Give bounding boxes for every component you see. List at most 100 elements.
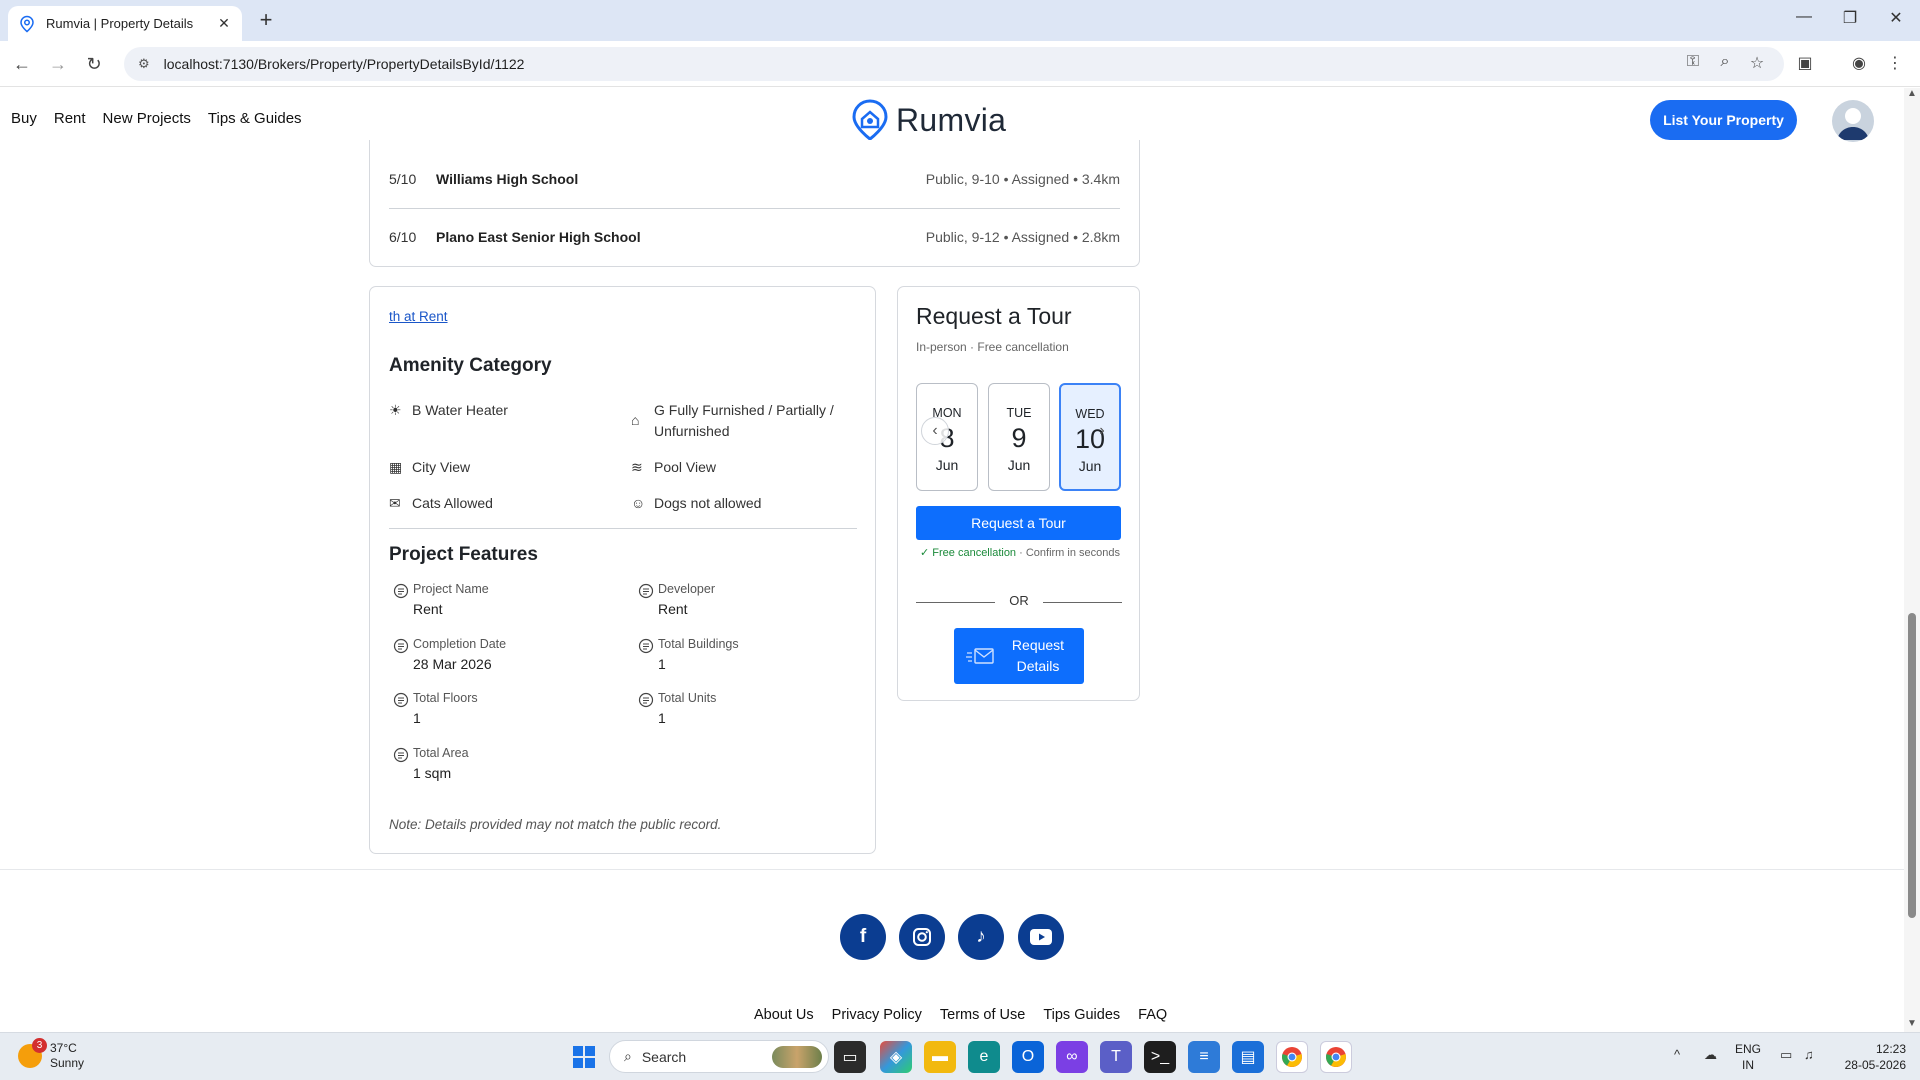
prev-date-chevron-icon[interactable]: ‹ — [921, 417, 949, 445]
dog-icon: ☺ — [631, 495, 646, 511]
footer-faq[interactable]: FAQ — [1138, 1007, 1167, 1023]
cat-icon: ✉ — [389, 495, 401, 511]
page-scrollbar[interactable]: ▲ ▼ — [1904, 88, 1920, 1032]
url-text: localhost:7130/Brokers/Property/Property… — [163, 56, 525, 72]
menu-dots-icon[interactable]: ⋮ — [1884, 53, 1906, 73]
forward-icon[interactable]: → — [46, 53, 70, 75]
browser-titlebar: Rumvia | Property Details ✕ + — ❐ ✕ — [0, 0, 1920, 41]
request-details-button[interactable]: Request Details — [954, 628, 1084, 684]
footer-links: About Us Privacy Policy Terms of Use Tip… — [754, 1007, 1167, 1023]
new-tab-icon[interactable]: + — [254, 9, 278, 31]
edge-icon[interactable]: e — [968, 1041, 1000, 1073]
scroll-down-icon[interactable]: ▼ — [1907, 1018, 1917, 1029]
footer-privacy-policy[interactable]: Privacy Policy — [832, 1007, 922, 1023]
instagram-icon[interactable] — [899, 914, 945, 960]
close-window-icon[interactable]: ✕ — [1876, 8, 1916, 28]
next-date-chevron-icon[interactable]: › — [1088, 417, 1116, 445]
language-indicator[interactable]: ENG IN — [1735, 1041, 1761, 1073]
back-icon[interactable]: ← — [10, 53, 34, 75]
profile-icon[interactable]: ◉ — [1848, 53, 1870, 73]
scroll-up-icon[interactable]: ▲ — [1907, 88, 1917, 99]
request-tour-button[interactable]: Request a Tour — [916, 506, 1121, 540]
site-info-icon[interactable]: ⚙ — [138, 56, 150, 72]
teams-icon[interactable]: T — [1100, 1041, 1132, 1073]
windows-start-icon[interactable] — [568, 1041, 600, 1073]
footer-tips-guides[interactable]: Tips Guides — [1043, 1007, 1120, 1023]
property-details-card: th at Rent Amenity Category ☀ B Water He… — [369, 286, 876, 854]
weather-sun-icon: 3 — [18, 1038, 47, 1068]
user-avatar-icon — [1837, 108, 1869, 140]
zoom-icon[interactable]: ⌕ — [1714, 53, 1736, 71]
document-icon — [393, 692, 409, 708]
list-your-property-button[interactable]: List Your Property — [1650, 100, 1797, 140]
footer-about-us[interactable]: About Us — [754, 1007, 814, 1023]
tiktok-icon[interactable]: ♪ — [958, 914, 1004, 960]
divider — [389, 208, 1120, 209]
user-avatar[interactable] — [1832, 100, 1874, 142]
nav-rent[interactable]: Rent — [54, 110, 86, 127]
request-tour-card: Request a Tour In-person · Free cancella… — [897, 286, 1140, 701]
sun-icon: ☀ — [389, 402, 402, 418]
restore-icon[interactable]: ❐ — [1830, 8, 1870, 28]
scrollbar-thumb[interactable] — [1908, 613, 1916, 918]
nav-new-projects[interactable]: New Projects — [103, 110, 191, 127]
main-nav: Buy Rent New Projects Tips & Guides — [11, 110, 302, 127]
tray-chevron-icon[interactable]: ^ — [1674, 1047, 1680, 1062]
school-name: Plano East Senior High School — [436, 229, 641, 245]
m365-icon[interactable]: ◈ — [880, 1041, 912, 1073]
feature-item: Project Name Rent — [389, 581, 489, 619]
minimize-icon[interactable]: — — [1784, 8, 1824, 26]
side-panel-icon[interactable]: ▣ — [1794, 53, 1816, 73]
reload-icon[interactable]: ↻ — [82, 53, 106, 75]
network-icon[interactable]: ▭ — [1780, 1047, 1792, 1063]
footer-divider — [0, 869, 1904, 870]
visual-studio-icon[interactable]: ∞ — [1056, 1041, 1088, 1073]
close-tab-icon[interactable]: ✕ — [216, 15, 232, 32]
weather-widget[interactable]: 3 37°C Sunny — [18, 1038, 84, 1071]
amenity-item: ⌂ G Fully Furnished / Partially / Unfurn… — [631, 402, 834, 439]
search-highlight-image — [772, 1045, 822, 1068]
pool-icon: ≋ — [631, 459, 643, 475]
school-name: Williams High School — [436, 171, 579, 187]
site-logo[interactable]: Rumvia — [848, 98, 1006, 142]
disclaimer-note: Note: Details provided may not match the… — [389, 817, 722, 832]
file-explorer-icon[interactable]: ▬ — [924, 1041, 956, 1073]
document-icon — [638, 638, 654, 654]
chrome-active-icon[interactable] — [1276, 1041, 1308, 1073]
browser-tab[interactable]: Rumvia | Property Details ✕ — [8, 6, 242, 41]
rent-link[interactable]: th at Rent — [389, 309, 448, 324]
school-meta: Public, 9-12 • Assigned • 2.8km — [925, 229, 1120, 245]
address-bar[interactable]: ⚙ localhost:7130/Brokers/Property/Proper… — [124, 47, 1784, 81]
notification-badge: 3 — [32, 1038, 47, 1053]
document-icon — [393, 747, 409, 763]
amenity-item: ☺ Dogs not allowed — [631, 493, 861, 514]
volume-icon[interactable]: ♫ — [1804, 1047, 1814, 1062]
date-option-tue[interactable]: TUE 9 Jun — [988, 383, 1050, 491]
password-key-icon[interactable]: ⚿ — [1682, 53, 1704, 71]
outlook-icon[interactable]: O — [1012, 1041, 1044, 1073]
document-icon — [393, 583, 409, 599]
task-view-icon[interactable]: ▭ — [834, 1041, 866, 1073]
windows-taskbar: 3 37°C Sunny ⌕ Search ▭ ◈ ▬ e O ∞ T >_ ≡… — [0, 1032, 1920, 1080]
footer-terms-of-use[interactable]: Terms of Use — [940, 1007, 1025, 1023]
sql-server-icon[interactable]: ≡ — [1188, 1041, 1220, 1073]
nav-buy[interactable]: Buy — [11, 110, 37, 127]
building-icon: ▦ — [389, 459, 403, 475]
terminal-icon[interactable]: >_ — [1144, 1041, 1176, 1073]
schools-card: 5/10 Williams High School Public, 9-10 •… — [369, 140, 1140, 267]
notepad-icon[interactable]: ▤ — [1232, 1041, 1264, 1073]
chrome-icon[interactable] — [1320, 1041, 1352, 1073]
taskbar-search[interactable]: ⌕ Search — [609, 1040, 829, 1073]
divider — [389, 528, 857, 529]
system-clock[interactable]: 12:23 28-05-2026 — [1836, 1041, 1906, 1073]
search-icon: ⌕ — [624, 1048, 632, 1064]
school-meta: Public, 9-10 • Assigned • 3.4km — [925, 171, 1120, 187]
nav-tips-guides[interactable]: Tips & Guides — [208, 110, 302, 127]
or-separator: OR — [1009, 593, 1029, 608]
tour-subtitle: In-person · Free cancellation — [916, 340, 1069, 354]
facebook-icon[interactable]: f — [840, 914, 886, 960]
onedrive-icon[interactable]: ☁ — [1704, 1047, 1717, 1063]
youtube-icon[interactable] — [1018, 914, 1064, 960]
bookmark-star-icon[interactable]: ☆ — [1746, 53, 1768, 73]
envelope-icon — [966, 648, 994, 664]
